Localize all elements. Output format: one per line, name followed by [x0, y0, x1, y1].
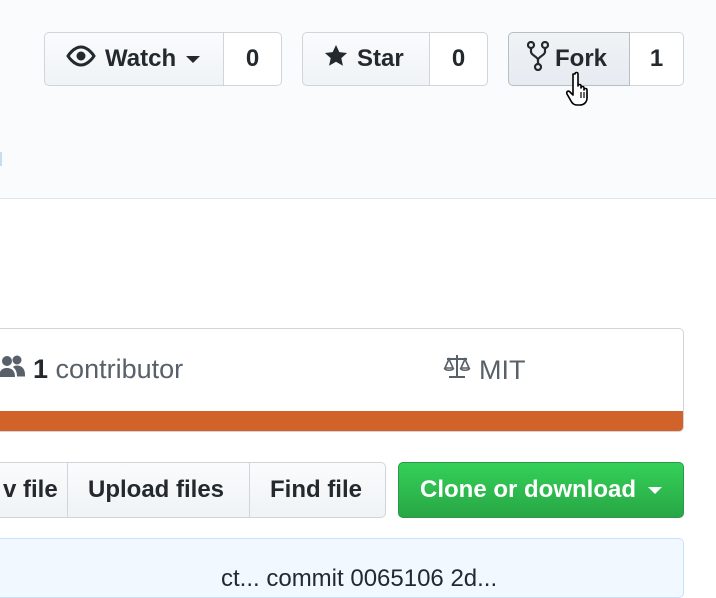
clone-label: Clone or download: [420, 476, 636, 503]
hand-pointer-icon: [565, 70, 600, 111]
file-actions: v file Upload files Find file: [0, 462, 386, 518]
watch-group: Watch 0: [44, 32, 282, 88]
commit-tease: ct... commit 0065106 2d...: [0, 538, 684, 598]
watch-label: Watch: [105, 45, 177, 72]
law-icon: [443, 353, 471, 388]
star-icon: [323, 43, 349, 76]
fork-icon: [526, 40, 550, 78]
star-label: Star: [357, 45, 404, 72]
watch-count[interactable]: 0: [224, 32, 282, 86]
clone-or-download-button[interactable]: Clone or download: [398, 462, 684, 518]
eye-icon: [65, 44, 97, 75]
summary-row: 1 contributor MIT: [0, 329, 683, 411]
fork-label: Fork: [555, 45, 608, 72]
create-file-button[interactable]: v file: [0, 462, 68, 518]
fork-count[interactable]: 1: [630, 32, 684, 86]
find-file-button[interactable]: Find file: [249, 462, 386, 518]
contributors-count: 1: [33, 354, 49, 384]
repo-header: Watch 0 Star 0 Fork 1: [0, 0, 716, 199]
nav-tab-edge: [0, 152, 2, 166]
upload-files-button[interactable]: Upload files: [67, 462, 250, 518]
contributors-link[interactable]: 1 contributor: [0, 353, 183, 386]
chevron-down-icon: [186, 55, 201, 63]
license-link[interactable]: MIT: [443, 353, 526, 388]
star-group: Star 0: [302, 32, 488, 88]
people-icon: [0, 353, 25, 386]
chevron-down-icon: [648, 486, 662, 494]
star-count[interactable]: 0: [430, 32, 488, 86]
watch-button[interactable]: Watch: [44, 32, 224, 86]
license-label: MIT: [479, 355, 526, 385]
repo-summary: 1 contributor MIT: [0, 328, 684, 432]
commit-text: ct... commit 0065106 2d...: [221, 565, 498, 592]
star-button[interactable]: Star: [302, 32, 430, 86]
contributors-label: contributor: [55, 354, 184, 384]
language-bar[interactable]: [0, 411, 683, 431]
